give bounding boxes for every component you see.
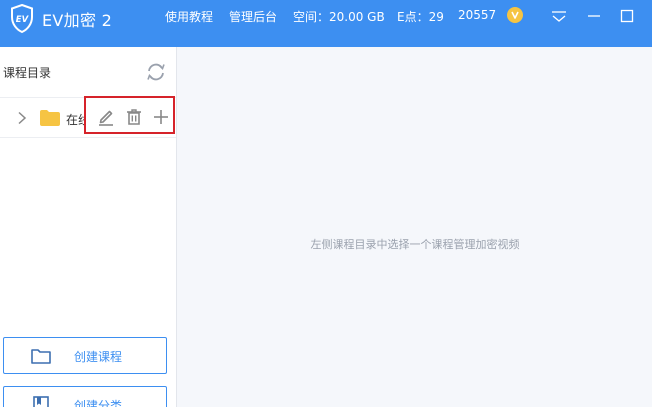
folder-outline-icon xyxy=(31,349,51,364)
dropdown-icon[interactable] xyxy=(549,6,569,26)
create-category-button[interactable]: 创建分类 xyxy=(3,386,167,407)
app-title: EV加密 2 xyxy=(42,11,113,30)
bookmark-icon xyxy=(33,396,49,407)
create-category-label: 创建分类 xyxy=(74,399,123,407)
create-course-button[interactable]: 创建课程 xyxy=(3,337,167,374)
vip-badge-icon[interactable] xyxy=(507,7,523,23)
sidebar-title: 课程目录 xyxy=(3,66,52,80)
account-id[interactable]: 20557 xyxy=(458,8,496,22)
empty-hint: 左侧课程目录中选择一个课程管理加密视频 xyxy=(310,238,520,251)
nav-admin-link[interactable]: 管理后台 xyxy=(229,8,277,25)
delete-icon[interactable] xyxy=(125,108,143,126)
title-bar: EV EV加密 2 使用教程 管理后台 空间：20.00 GB E点：29 20… xyxy=(0,0,652,47)
app-window: EV EV加密 2 使用教程 管理后台 空间：20.00 GB E点：29 20… xyxy=(0,0,652,407)
svg-text:EV: EV xyxy=(16,15,30,25)
course-tree-label: 在线 xyxy=(66,113,86,127)
create-course-label: 创建课程 xyxy=(74,350,123,364)
item-actions-highlight xyxy=(84,96,175,134)
edit-icon[interactable] xyxy=(97,108,115,126)
chevron-right-icon[interactable] xyxy=(17,111,27,125)
nav-tutorial-link[interactable]: 使用教程 xyxy=(165,8,213,25)
refresh-icon[interactable] xyxy=(145,62,167,82)
ev-shield-logo: EV xyxy=(11,4,33,34)
sidebar-header: 课程目录 xyxy=(0,47,176,97)
folder-icon xyxy=(40,110,60,126)
course-sidebar: 课程目录 在线 创建课程 创建分类 xyxy=(0,47,177,407)
e-points-info: E点：29 xyxy=(397,10,444,24)
minimize-icon[interactable] xyxy=(584,6,604,26)
maximize-icon[interactable] xyxy=(617,6,637,26)
storage-space-info: 空间：20.00 GB xyxy=(293,10,385,24)
add-icon[interactable] xyxy=(152,108,170,126)
main-content: 左侧课程目录中选择一个课程管理加密视频 xyxy=(178,47,652,407)
